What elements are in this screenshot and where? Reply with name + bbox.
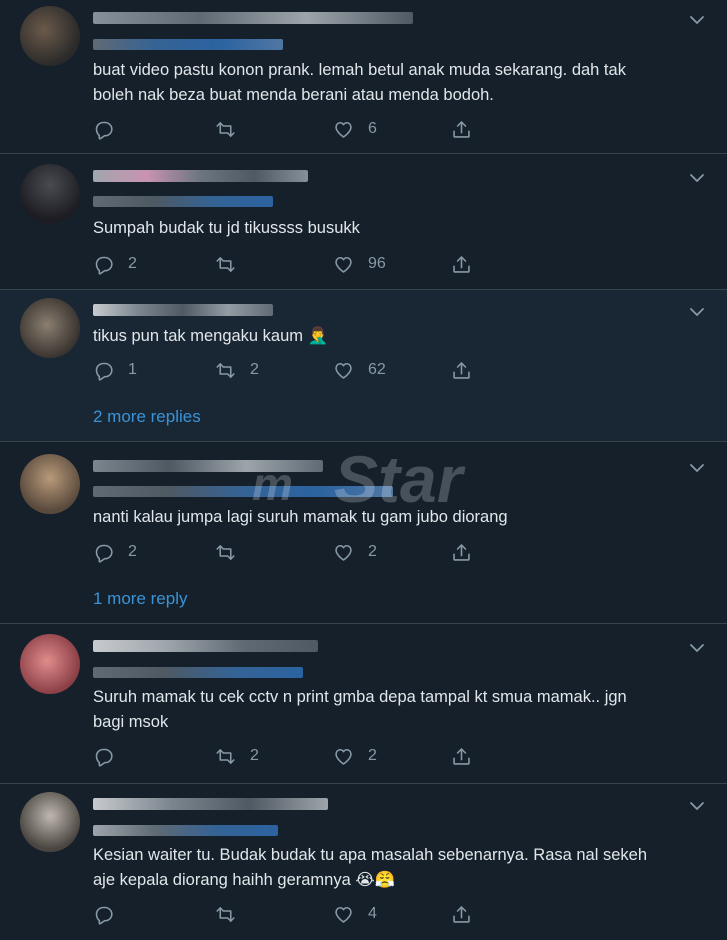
like-count: 4 bbox=[368, 905, 377, 922]
blurred-replying-to bbox=[93, 196, 273, 207]
reply-button[interactable] bbox=[93, 902, 128, 926]
retweet-count: 2 bbox=[250, 361, 259, 378]
like-icon bbox=[335, 256, 352, 273]
like-icon bbox=[335, 121, 352, 138]
share-icon bbox=[453, 120, 470, 138]
like-count: 62 bbox=[368, 361, 386, 378]
like-icon bbox=[335, 748, 352, 765]
tweet[interactable]: Sumpah budak tu jd tikussss busukk 2 96 bbox=[0, 154, 727, 290]
retweet-button[interactable]: 2 bbox=[215, 744, 259, 768]
share-button[interactable] bbox=[451, 358, 472, 382]
share-button[interactable] bbox=[451, 117, 472, 141]
blurred-replying-to bbox=[93, 825, 278, 836]
blurred-username[interactable] bbox=[93, 170, 308, 182]
tweet[interactable]: Kesian waiter tu. Budak budak tu apa mas… bbox=[0, 784, 727, 940]
chevron-down-icon[interactable] bbox=[689, 12, 705, 28]
avatar[interactable] bbox=[20, 454, 80, 514]
retweet-button[interactable] bbox=[215, 902, 250, 926]
tweet[interactable]: buat video pastu konon prank. lemah betu… bbox=[0, 0, 727, 154]
like-button[interactable]: 62 bbox=[333, 358, 386, 382]
tweet-text-line: nanti kalau jumpa lagi suruh mamak tu ga… bbox=[93, 508, 508, 526]
retweet-button[interactable] bbox=[215, 252, 250, 276]
reply-count: 1 bbox=[128, 361, 137, 378]
like-icon bbox=[335, 362, 352, 379]
blurred-replying-to bbox=[93, 486, 393, 497]
blurred-username[interactable] bbox=[93, 460, 323, 472]
like-button[interactable]: 6 bbox=[333, 117, 377, 141]
retweet-button[interactable]: 2 bbox=[215, 358, 259, 382]
retweet-icon bbox=[216, 121, 235, 137]
share-button[interactable] bbox=[451, 744, 472, 768]
retweet-button[interactable] bbox=[215, 540, 250, 564]
reply-icon bbox=[95, 362, 113, 381]
tweet-text-line: boleh nak beza buat menda berani atau me… bbox=[93, 86, 494, 104]
like-count: 6 bbox=[368, 120, 377, 137]
reply-button[interactable]: 2 bbox=[93, 540, 137, 564]
blurred-replying-to bbox=[93, 667, 303, 678]
avatar[interactable] bbox=[20, 164, 80, 224]
retweet-count: 2 bbox=[250, 747, 259, 764]
tweet[interactable]: tikus pun tak mengaku kaum 🤦‍♂️ 1 2 62 2… bbox=[0, 290, 727, 442]
blurred-username[interactable] bbox=[93, 798, 328, 810]
reply-count: 2 bbox=[128, 543, 137, 560]
share-icon bbox=[453, 361, 470, 379]
reply-button[interactable]: 2 bbox=[93, 252, 137, 276]
share-button[interactable] bbox=[451, 252, 472, 276]
tweet-text-line: aje kepala diorang haihh geramnya 😭😤 bbox=[93, 871, 396, 889]
reply-icon bbox=[95, 256, 113, 275]
reply-button[interactable] bbox=[93, 117, 128, 141]
chevron-down-icon[interactable] bbox=[689, 460, 705, 476]
share-button[interactable] bbox=[451, 540, 472, 564]
share-button[interactable] bbox=[451, 902, 472, 926]
avatar[interactable] bbox=[20, 6, 80, 66]
share-icon bbox=[453, 543, 470, 561]
reply-icon bbox=[95, 906, 113, 925]
reply-button[interactable]: 1 bbox=[93, 358, 137, 382]
tweet-text-line: Kesian waiter tu. Budak budak tu apa mas… bbox=[93, 846, 648, 864]
chevron-down-icon[interactable] bbox=[689, 640, 705, 656]
reply-icon bbox=[95, 121, 113, 140]
retweet-icon bbox=[216, 362, 235, 378]
tweet-text-line: Suruh mamak tu cek cctv n print gmba dep… bbox=[93, 688, 627, 706]
blurred-replying-to bbox=[93, 39, 283, 50]
retweet-icon bbox=[216, 544, 235, 560]
blurred-username[interactable] bbox=[93, 12, 413, 24]
chevron-down-icon[interactable] bbox=[689, 798, 705, 814]
retweet-icon bbox=[216, 748, 235, 764]
like-count: 2 bbox=[368, 543, 377, 560]
retweet-button[interactable] bbox=[215, 117, 250, 141]
like-button[interactable]: 2 bbox=[333, 744, 377, 768]
blurred-username[interactable] bbox=[93, 304, 273, 316]
like-count: 2 bbox=[368, 747, 377, 764]
chevron-down-icon[interactable] bbox=[689, 170, 705, 186]
tweet[interactable]: nanti kalau jumpa lagi suruh mamak tu ga… bbox=[0, 442, 727, 624]
reply-icon bbox=[95, 748, 113, 767]
tweet-text-line: bagi msok bbox=[93, 713, 169, 731]
share-icon bbox=[453, 747, 470, 765]
share-icon bbox=[453, 905, 470, 923]
reply-button[interactable] bbox=[93, 744, 128, 768]
chevron-down-icon[interactable] bbox=[689, 304, 705, 320]
like-button[interactable]: 4 bbox=[333, 902, 377, 926]
like-icon bbox=[335, 544, 352, 561]
tweet-text-line: tikus pun tak mengaku kaum 🤦‍♂️ bbox=[93, 327, 329, 345]
retweet-icon bbox=[216, 906, 235, 922]
blurred-username[interactable] bbox=[93, 640, 318, 652]
more-replies-link[interactable]: 1 more reply bbox=[93, 589, 187, 609]
like-button[interactable]: 96 bbox=[333, 252, 386, 276]
like-icon bbox=[335, 906, 352, 923]
retweet-icon bbox=[216, 256, 235, 272]
like-button[interactable]: 2 bbox=[333, 540, 377, 564]
more-replies-link[interactable]: 2 more replies bbox=[93, 407, 201, 427]
share-icon bbox=[453, 255, 470, 273]
reply-count: 2 bbox=[128, 255, 137, 272]
avatar[interactable] bbox=[20, 298, 80, 358]
avatar[interactable] bbox=[20, 634, 80, 694]
tweet-text-line: buat video pastu konon prank. lemah betu… bbox=[93, 61, 626, 79]
like-count: 96 bbox=[368, 255, 386, 272]
reply-icon bbox=[95, 544, 113, 563]
tweet[interactable]: Suruh mamak tu cek cctv n print gmba dep… bbox=[0, 624, 727, 784]
avatar[interactable] bbox=[20, 792, 80, 852]
tweet-text-line: Sumpah budak tu jd tikussss busukk bbox=[93, 219, 360, 237]
